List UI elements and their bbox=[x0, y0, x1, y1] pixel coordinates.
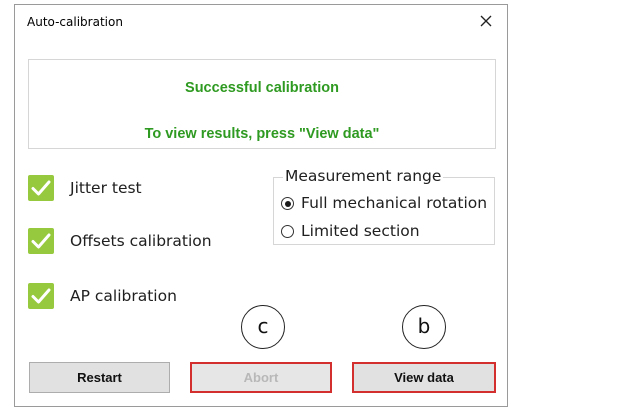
restart-button[interactable]: Restart bbox=[29, 362, 170, 393]
radio-label: Limited section bbox=[301, 222, 420, 240]
close-icon[interactable] bbox=[475, 10, 497, 32]
radio-label: Full mechanical rotation bbox=[301, 194, 488, 212]
status-message-instruction: To view results, press "View data" bbox=[144, 126, 380, 142]
auto-calibration-dialog: Auto-calibration Successful calibration … bbox=[14, 4, 508, 407]
check-label: Jitter test bbox=[70, 179, 142, 197]
radio-selected-icon bbox=[281, 197, 294, 210]
callout-marker-c: c bbox=[241, 305, 285, 349]
callout-marker-b: b bbox=[402, 305, 446, 349]
window-title: Auto-calibration bbox=[27, 15, 123, 29]
check-label: AP calibration bbox=[70, 287, 177, 305]
measurement-range-title: Measurement range bbox=[283, 167, 444, 185]
view-data-button[interactable]: View data bbox=[352, 362, 496, 393]
check-icon bbox=[28, 283, 54, 309]
abort-button[interactable]: Abort bbox=[190, 362, 332, 393]
status-message-title: Successful calibration bbox=[185, 80, 339, 96]
radio-unselected-icon bbox=[281, 225, 294, 238]
check-icon bbox=[28, 175, 54, 201]
status-message-panel: Successful calibration To view results, … bbox=[28, 59, 496, 149]
check-label: Offsets calibration bbox=[70, 232, 212, 250]
check-icon bbox=[28, 228, 54, 254]
title-bar: Auto-calibration bbox=[15, 5, 507, 39]
